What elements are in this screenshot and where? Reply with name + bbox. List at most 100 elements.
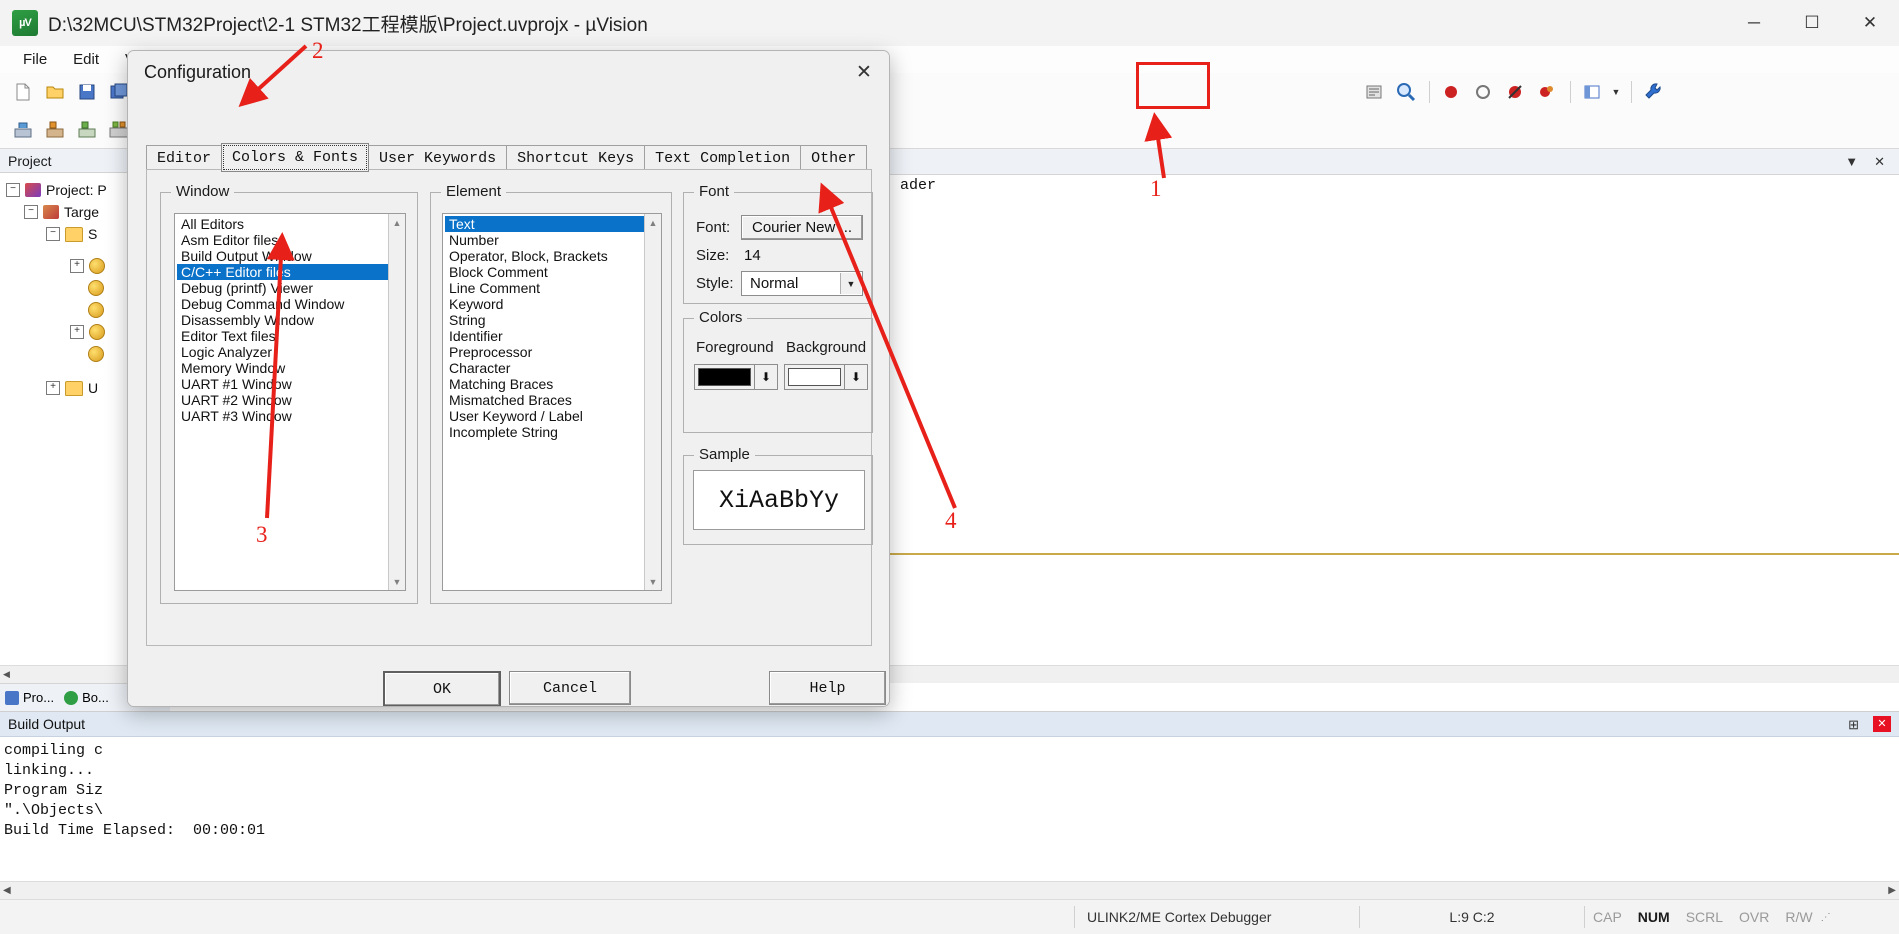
- element-item-line-comment[interactable]: Line Comment: [445, 280, 661, 296]
- element-item-character[interactable]: Character: [445, 360, 661, 376]
- element-item-text[interactable]: Text: [445, 216, 661, 232]
- scroll-up-icon[interactable]: ▲: [645, 214, 661, 231]
- element-item-user-keyword-label[interactable]: User Keyword / Label: [445, 408, 661, 424]
- font-label: Font:: [696, 219, 731, 236]
- tree-expander[interactable]: +: [70, 259, 84, 273]
- ok-button[interactable]: OK: [383, 671, 501, 706]
- window-item-debug-printf-viewer[interactable]: Debug (printf) Viewer: [177, 280, 405, 296]
- status-bar: ULINK2/ME Cortex Debugger L:9 C:2 CAP NU…: [0, 899, 1899, 934]
- scroll-down-icon[interactable]: ▼: [645, 573, 661, 590]
- editor-tab-close-icon[interactable]: ✕: [1866, 154, 1893, 170]
- chevron-down-icon[interactable]: ▼: [840, 273, 861, 294]
- rebuild-all-icon[interactable]: [72, 115, 102, 145]
- scroll-left-icon[interactable]: ◀: [3, 669, 10, 680]
- maximize-button[interactable]: ☐: [1783, 0, 1841, 46]
- element-item-string[interactable]: String: [445, 312, 661, 328]
- translate-icon[interactable]: [8, 115, 38, 145]
- tree-label: S: [88, 226, 98, 242]
- tab-user-keywords[interactable]: User Keywords: [368, 145, 508, 172]
- target-options-icon[interactable]: [1359, 77, 1389, 107]
- scroll-down-icon[interactable]: ▼: [389, 573, 405, 590]
- window-item-uart3-window[interactable]: UART #3 Window: [177, 408, 405, 424]
- window-item-editor-text-files[interactable]: Editor Text files: [177, 328, 405, 344]
- background-dropdown-icon[interactable]: ⬇: [844, 365, 867, 389]
- window-item-disassembly-window[interactable]: Disassembly Window: [177, 312, 405, 328]
- help-button[interactable]: Help: [769, 671, 886, 705]
- disable-breakpoints-icon[interactable]: [1500, 77, 1530, 107]
- foreground-dropdown-icon[interactable]: ⬇: [754, 365, 777, 389]
- element-item-keyword[interactable]: Keyword: [445, 296, 661, 312]
- pin-icon[interactable]: ⊞: [1848, 717, 1859, 733]
- element-listbox[interactable]: Text Number Operator, Block, Brackets Bl…: [442, 213, 662, 591]
- menu-file[interactable]: File: [10, 48, 60, 71]
- window-layout-icon[interactable]: [1577, 77, 1607, 107]
- toolbar-separator: [1570, 81, 1571, 103]
- element-item-incomplete-string[interactable]: Incomplete String: [445, 424, 661, 440]
- configuration-wrench-icon[interactable]: [1638, 77, 1668, 107]
- tree-expander[interactable]: −: [6, 183, 20, 197]
- build-output-hscrollbar[interactable]: ◀ ▶: [0, 881, 1899, 899]
- editor-tab-dropdown-icon[interactable]: ▼: [1837, 154, 1866, 169]
- element-item-preprocessor[interactable]: Preprocessor: [445, 344, 661, 360]
- window-item-memory-window[interactable]: Memory Window: [177, 360, 405, 376]
- annotation-marker-4: 4: [945, 508, 957, 533]
- new-file-icon[interactable]: [8, 77, 38, 107]
- build-output-line: Program Siz: [4, 782, 104, 799]
- tree-expander[interactable]: +: [70, 325, 84, 339]
- window-list-scrollbar[interactable]: ▲ ▼: [388, 214, 405, 590]
- tab-other[interactable]: Other: [800, 145, 868, 172]
- font-select-button[interactable]: Courier New ...: [741, 215, 863, 240]
- element-list-scrollbar[interactable]: ▲ ▼: [644, 214, 661, 590]
- build-target-icon[interactable]: [40, 115, 70, 145]
- scroll-left-icon[interactable]: ◀: [3, 885, 11, 896]
- tab-project[interactable]: Pro...: [0, 690, 59, 705]
- tree-expander[interactable]: −: [24, 205, 38, 219]
- element-item-block-comment[interactable]: Block Comment: [445, 264, 661, 280]
- window-item-c-cpp-editor-files[interactable]: C/C++ Editor files: [177, 264, 405, 280]
- window-item-all-editors[interactable]: All Editors: [177, 216, 405, 232]
- element-item-mismatched-braces[interactable]: Mismatched Braces: [445, 392, 661, 408]
- resize-grip-icon[interactable]: ⋰: [1821, 912, 1833, 923]
- foreground-color-picker[interactable]: ⬇: [694, 364, 778, 390]
- window-item-asm-editor-files[interactable]: Asm Editor files: [177, 232, 405, 248]
- save-icon[interactable]: [72, 77, 102, 107]
- annotation-highlight-box: [1136, 62, 1210, 109]
- open-file-icon[interactable]: [40, 77, 70, 107]
- element-item-identifier[interactable]: Identifier: [445, 328, 661, 344]
- breakpoint-empty-icon[interactable]: [1468, 77, 1498, 107]
- build-output-line: linking...: [4, 762, 95, 779]
- build-output-panel: Build Output ⊞ ✕ compiling c linking... …: [0, 711, 1899, 899]
- window-group-legend: Window: [171, 183, 235, 200]
- window-item-uart2-window[interactable]: UART #2 Window: [177, 392, 405, 408]
- window-item-logic-analyzer[interactable]: Logic Analyzer: [177, 344, 405, 360]
- cancel-button[interactable]: Cancel: [509, 671, 631, 705]
- scroll-right-icon[interactable]: ▶: [1888, 885, 1896, 896]
- tree-expander[interactable]: +: [46, 381, 60, 395]
- close-button[interactable]: ✕: [1841, 0, 1899, 46]
- window-item-uart1-window[interactable]: UART #1 Window: [177, 376, 405, 392]
- element-item-number[interactable]: Number: [445, 232, 661, 248]
- background-color-picker[interactable]: ⬇: [784, 364, 868, 390]
- breakpoint-icon[interactable]: [1436, 77, 1466, 107]
- menu-edit[interactable]: Edit: [60, 48, 112, 71]
- element-item-operator-block-brackets[interactable]: Operator, Block, Brackets: [445, 248, 661, 264]
- window-listbox[interactable]: All Editors Asm Editor files Build Outpu…: [174, 213, 406, 591]
- minimize-button[interactable]: ─: [1725, 0, 1783, 46]
- tree-expander[interactable]: −: [46, 227, 60, 241]
- tab-books[interactable]: Bo...: [59, 690, 114, 705]
- element-item-matching-braces[interactable]: Matching Braces: [445, 376, 661, 392]
- kill-breakpoints-icon[interactable]: [1532, 77, 1562, 107]
- colors-group: Colors Foreground Background ⬇ ⬇: [683, 309, 873, 433]
- tab-text-completion[interactable]: Text Completion: [644, 145, 802, 172]
- build-output-close-icon[interactable]: ✕: [1873, 716, 1891, 732]
- chevron-down-icon[interactable]: ▼: [1609, 77, 1623, 107]
- tab-editor[interactable]: Editor: [146, 145, 223, 172]
- window-item-debug-command-window[interactable]: Debug Command Window: [177, 296, 405, 312]
- style-combobox[interactable]: Normal ▼: [741, 271, 863, 296]
- window-item-build-output-window[interactable]: Build Output Window: [177, 248, 405, 264]
- tab-colors-and-fonts[interactable]: Colors & Fonts: [221, 143, 370, 172]
- tab-shortcut-keys[interactable]: Shortcut Keys: [506, 145, 646, 172]
- magnify-icon[interactable]: [1391, 77, 1421, 107]
- dialog-close-icon[interactable]: ✕: [847, 57, 881, 87]
- scroll-up-icon[interactable]: ▲: [389, 214, 405, 231]
